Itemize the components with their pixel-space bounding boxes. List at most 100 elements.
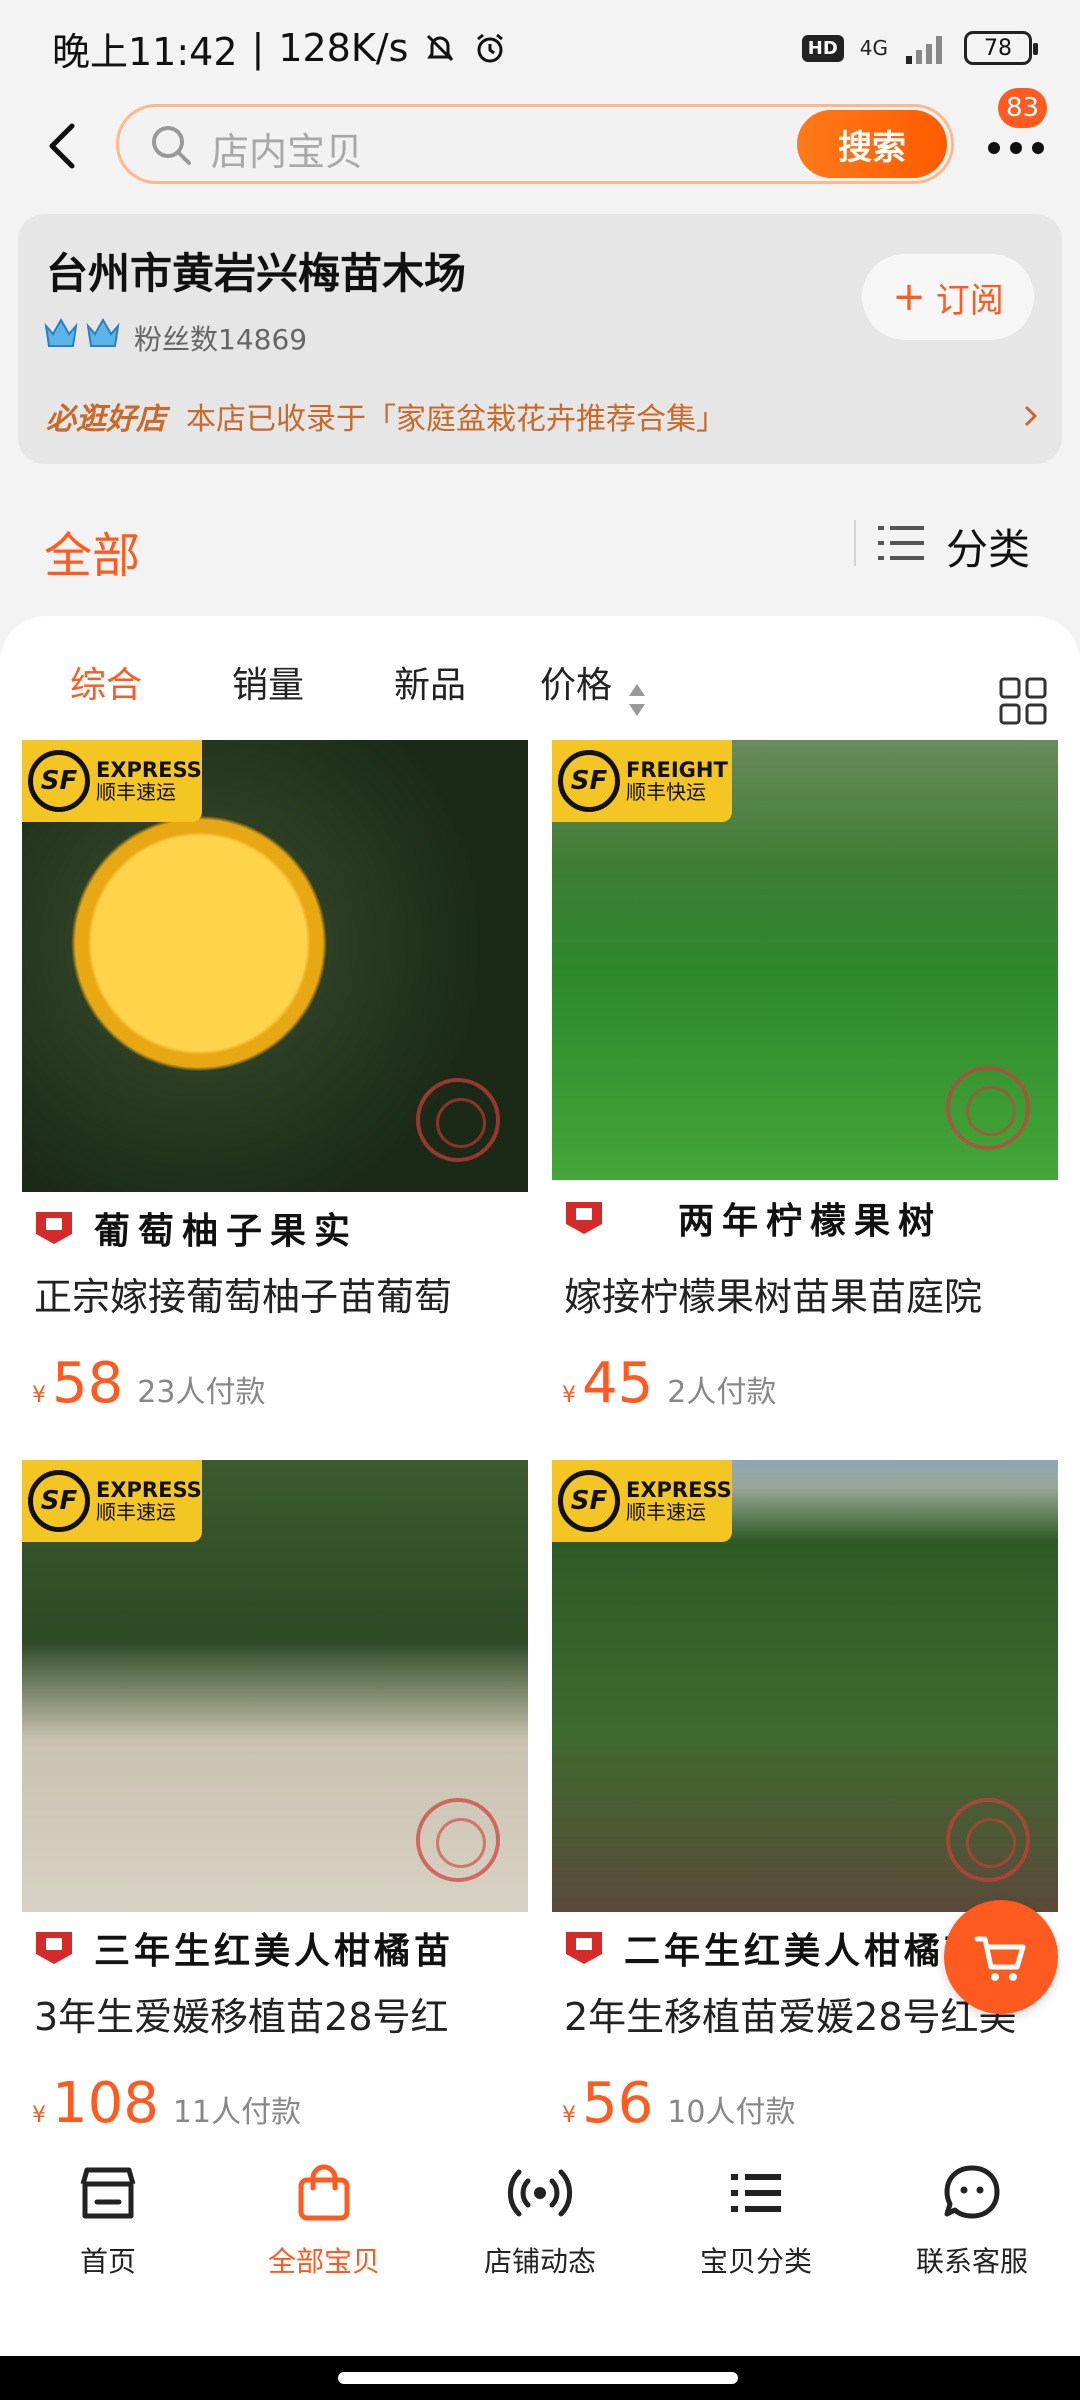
product-price: 56 — [582, 2071, 654, 2136]
product-title: 3年生爱媛移植苗28号红 — [34, 1995, 449, 2039]
search-icon — [152, 126, 191, 165]
back-icon[interactable] — [38, 118, 90, 174]
product-price: 108 — [52, 2071, 159, 2136]
product-price: 58 — [52, 1351, 124, 1416]
shop-card[interactable]: 台州市黄岩兴梅苗木场 粉丝数14869 + 订阅 必逛好店 本店已收录于「家庭盆… — [18, 214, 1062, 464]
search-row: 店内宝贝 搜索 83 — [0, 88, 1080, 190]
chat-face-icon — [944, 2165, 1000, 2219]
hd-badge: HD — [801, 34, 844, 62]
product-card[interactable]: SF FREIGHT 顺丰快运 两年柠檬果树 嫁接柠檬果树苗果苗庭院 ¥ 45 … — [552, 740, 1058, 1440]
chevron-right-icon — [1024, 405, 1038, 427]
nav-customer-service-label: 联系客服 — [915, 2245, 1028, 2278]
tab-new[interactable]: 新品 — [394, 656, 466, 708]
shop-logo-icon — [36, 1212, 72, 1244]
product-card[interactable]: SF EXPRESS 顺丰速运 二年生红美人柑橘苗 2年生移植苗爱媛28号红美 … — [552, 1460, 1058, 2152]
signal-icon — [906, 36, 942, 64]
sf-badge-en: FREIGHT — [626, 758, 728, 783]
sf-badge-en: EXPRESS — [96, 1478, 202, 1503]
product-title: 2年生移植苗爱媛28号红美 — [564, 1995, 1017, 2039]
nav-home[interactable]: 首页 — [0, 2136, 216, 2356]
network-type: 4G — [859, 36, 888, 60]
cart-button[interactable] — [944, 1900, 1058, 2014]
bottom-nav: 首页 全部宝贝 店铺动态 宝贝分类 联系客服 — [0, 2136, 1080, 2356]
shop-level — [42, 314, 122, 352]
currency-symbol: ¥ — [32, 1383, 46, 1408]
product-price: 45 — [582, 1351, 654, 1416]
nav-home-label: 首页 — [79, 2245, 136, 2278]
subscribe-button[interactable]: + 订阅 — [862, 254, 1034, 340]
price-row: ¥ 56 10人付款 — [562, 2076, 795, 2132]
divider — [854, 520, 856, 566]
fans-count: 粉丝数14869 — [134, 323, 308, 356]
sf-badge-en: EXPRESS — [96, 758, 202, 783]
plus-icon: + — [892, 274, 926, 320]
status-left: 晚上11:42 | 128K/s — [52, 21, 508, 76]
battery-icon: 78 — [964, 31, 1038, 65]
sf-logo-icon: SF — [28, 750, 90, 812]
search-button[interactable]: 搜索 — [797, 110, 947, 178]
product-title: 正宗嫁接葡萄柚子苗葡萄 — [34, 1275, 453, 1319]
all-tab[interactable]: 全部 — [44, 516, 140, 586]
sf-freight-badge: SF FREIGHT 顺丰快运 — [552, 740, 732, 822]
cart-icon — [974, 1936, 1026, 1981]
tab-sales[interactable]: 销量 — [232, 656, 304, 708]
paid-count: 23人付款 — [137, 1375, 266, 1410]
sort-tabs: 综合 销量 新品 价格 — [0, 646, 1080, 726]
sf-express-badge: SF EXPRESS 顺丰速运 — [22, 1460, 202, 1542]
tab-comprehensive[interactable]: 综合 — [70, 656, 142, 708]
paid-count: 2人付款 — [667, 1375, 777, 1410]
product-title: 嫁接柠檬果树苗果苗庭院 — [564, 1275, 983, 1319]
paid-count: 10人付款 — [667, 2095, 796, 2130]
grid-view-icon[interactable] — [998, 676, 1048, 726]
product-tag: 三年生红美人柑橘苗 — [94, 1931, 455, 1972]
shop-logo-icon — [36, 1932, 72, 1964]
product-image[interactable]: SF EXPRESS 顺丰速运 — [22, 740, 528, 1192]
shop-logo-icon — [566, 1202, 602, 1234]
battery-level: 78 — [984, 35, 1012, 61]
product-card[interactable]: SF EXPRESS 顺丰速运 葡萄柚子果实 正宗嫁接葡萄柚子苗葡萄 ¥ 58 … — [22, 740, 528, 1440]
shop-stamp-icon — [946, 1798, 1030, 1882]
network-speed: 128K/s — [278, 26, 409, 70]
status-time: 晚上11:42 — [52, 29, 238, 74]
subscribe-label: 订阅 — [935, 280, 1004, 321]
search-input[interactable]: 店内宝贝 搜索 — [116, 104, 954, 184]
nav-customer-service[interactable]: 联系客服 — [864, 2136, 1080, 2356]
sf-badge-zh: 顺丰速运 — [96, 1499, 176, 1524]
sf-text: FREIGHT 顺丰快运 — [626, 759, 728, 802]
list-icon[interactable] — [876, 520, 926, 566]
shop-stamp-icon — [946, 1066, 1030, 1150]
product-tag: 葡萄柚子果实 — [94, 1211, 359, 1252]
product-card[interactable]: SF EXPRESS 顺丰速运 三年生红美人柑橘苗 3年生爱媛移植苗28号红 ¥… — [22, 1460, 528, 2152]
product-image[interactable]: SF EXPRESS 顺丰速运 — [22, 1460, 528, 1912]
sf-text: EXPRESS 顺丰速运 — [96, 1479, 202, 1522]
store-icon — [80, 2167, 136, 2219]
sf-text: EXPRESS 顺丰速运 — [96, 759, 202, 802]
status-right: HD 4G 78 — [801, 31, 1038, 65]
shop-promo[interactable]: 必逛好店 本店已收录于「家庭盆栽花卉推荐合集」 — [46, 394, 1042, 438]
promo-badge: 必逛好店 — [46, 402, 166, 437]
price-row: ¥ 108 11人付款 — [32, 2076, 301, 2132]
list-icon — [731, 2174, 781, 2212]
search-placeholder: 店内宝贝 — [211, 130, 364, 174]
mute-bell-icon — [427, 34, 454, 62]
nav-categories[interactable]: 宝贝分类 — [648, 2136, 864, 2356]
broadcast-icon — [507, 2169, 573, 2217]
more-icon[interactable] — [976, 128, 1056, 168]
sort-arrows-icon — [629, 684, 645, 716]
shop-logo-icon — [566, 1932, 602, 1964]
sf-logo-icon: SF — [558, 750, 620, 812]
tab-price[interactable]: 价格 — [540, 656, 612, 708]
product-image[interactable]: SF FREIGHT 顺丰快运 — [552, 740, 1058, 1180]
nav-categories-label: 宝贝分类 — [699, 2245, 812, 2278]
sf-logo-icon: SF — [28, 1470, 90, 1532]
nav-shop-feed[interactable]: 店铺动态 — [432, 2136, 648, 2356]
paid-count: 11人付款 — [172, 2095, 302, 2130]
product-tag: 二年生红美人柑橘苗 — [624, 1931, 985, 1972]
nav-all-items[interactable]: 全部宝贝 — [216, 2136, 432, 2356]
product-image[interactable]: SF EXPRESS 顺丰速运 — [552, 1460, 1058, 1912]
category-button[interactable]: 分类 — [946, 516, 1030, 577]
home-indicator[interactable] — [338, 2372, 738, 2384]
sf-logo-icon: SF — [558, 1470, 620, 1532]
alarm-icon — [477, 33, 504, 63]
shopping-bag-icon — [298, 2164, 350, 2221]
